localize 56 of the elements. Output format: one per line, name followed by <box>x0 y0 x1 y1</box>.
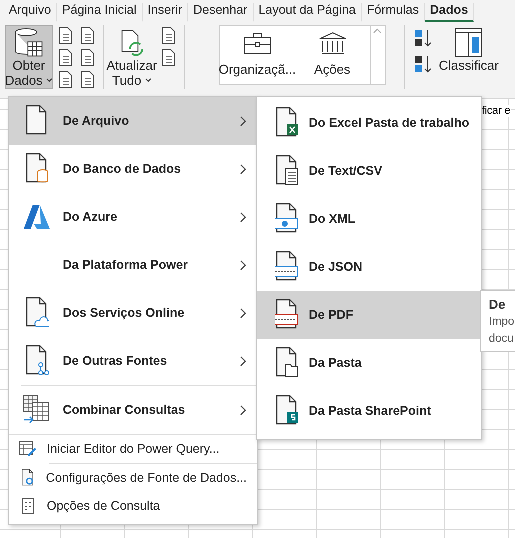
submenu-item[interactable]: Do XML <box>257 195 481 243</box>
document-cloud-icon <box>25 297 49 329</box>
sort-button[interactable]: Classificar <box>437 25 501 89</box>
get-data-button[interactable]: Obter Dados <box>5 25 53 89</box>
tooltip-title: De <box>489 297 507 312</box>
submenu-item[interactable]: De JSON <box>257 243 481 291</box>
document-nodes-icon <box>25 345 49 377</box>
xml-document-icon <box>275 203 299 235</box>
combine-tables-icon <box>23 395 51 425</box>
menu-item[interactable]: De Arquivo <box>9 97 257 145</box>
menu-item[interactable]: Combinar Consultas <box>9 386 257 434</box>
menu-item[interactable]: Dos Serviços Online <box>9 289 257 337</box>
sort-za-icon[interactable] <box>413 53 433 75</box>
chevron-right-icon <box>240 404 247 416</box>
excel-document-icon <box>275 107 299 139</box>
briefcase-icon <box>242 32 272 56</box>
caret-icon <box>144 78 152 83</box>
sharepoint-document-icon <box>275 395 299 427</box>
text-file-icon[interactable] <box>57 27 75 45</box>
azure-icon <box>23 204 51 230</box>
sort-grid-icon <box>455 28 483 58</box>
menu-item[interactable]: Configurações de Fonte de Dados... <box>9 464 257 492</box>
text-document-icon <box>275 155 299 187</box>
json-document-icon <box>275 251 299 283</box>
document-folder-icon <box>275 347 299 379</box>
table-pencil-icon <box>19 441 37 457</box>
data-type-button[interactable]: Organizaçã... <box>220 26 295 84</box>
tooltip-text: docu <box>489 333 515 346</box>
submenu-item[interactable]: De Text/CSV <box>257 147 481 195</box>
menu-item[interactable]: Iniciar Editor do Power Query... <box>9 435 257 463</box>
chevron-right-icon <box>240 356 247 366</box>
menu-item[interactable]: Do Banco de Dados <box>9 145 257 193</box>
menu-item[interactable]: Da Plataforma Power <box>9 241 257 289</box>
options-list-icon <box>22 498 34 514</box>
refresh-all-button[interactable]: Atualizar Tudo <box>108 25 156 89</box>
sort-az-icon[interactable] <box>413 27 433 49</box>
submenu-item[interactable]: Do Excel Pasta de trabalho <box>257 99 481 147</box>
menu-item[interactable]: De Outras Fontes <box>9 337 257 385</box>
chevron-right-icon <box>240 116 247 126</box>
chevron-right-icon <box>240 260 247 270</box>
chevron-right-icon <box>240 212 247 222</box>
document-database-icon <box>25 153 49 185</box>
ribbon-group-label: ficar e <box>480 105 511 117</box>
pdf-document-icon <box>275 299 299 331</box>
submenu-item[interactable]: Da Pasta SharePoint <box>257 387 481 435</box>
chevron-right-icon <box>240 164 247 174</box>
data-type-button[interactable]: Ações <box>295 26 370 84</box>
chevron-right-icon <box>240 308 247 318</box>
document-icon <box>25 105 49 137</box>
menu-item[interactable]: Opções de Consulta <box>9 492 257 520</box>
menu-item[interactable]: Do Azure <box>9 193 257 241</box>
caret-icon <box>46 78 53 83</box>
tooltip-text: Impo <box>489 316 515 329</box>
bank-icon <box>318 32 348 56</box>
submenu-item[interactable]: De PDF <box>257 291 481 339</box>
submenu-item[interactable]: Da Pasta <box>257 339 481 387</box>
